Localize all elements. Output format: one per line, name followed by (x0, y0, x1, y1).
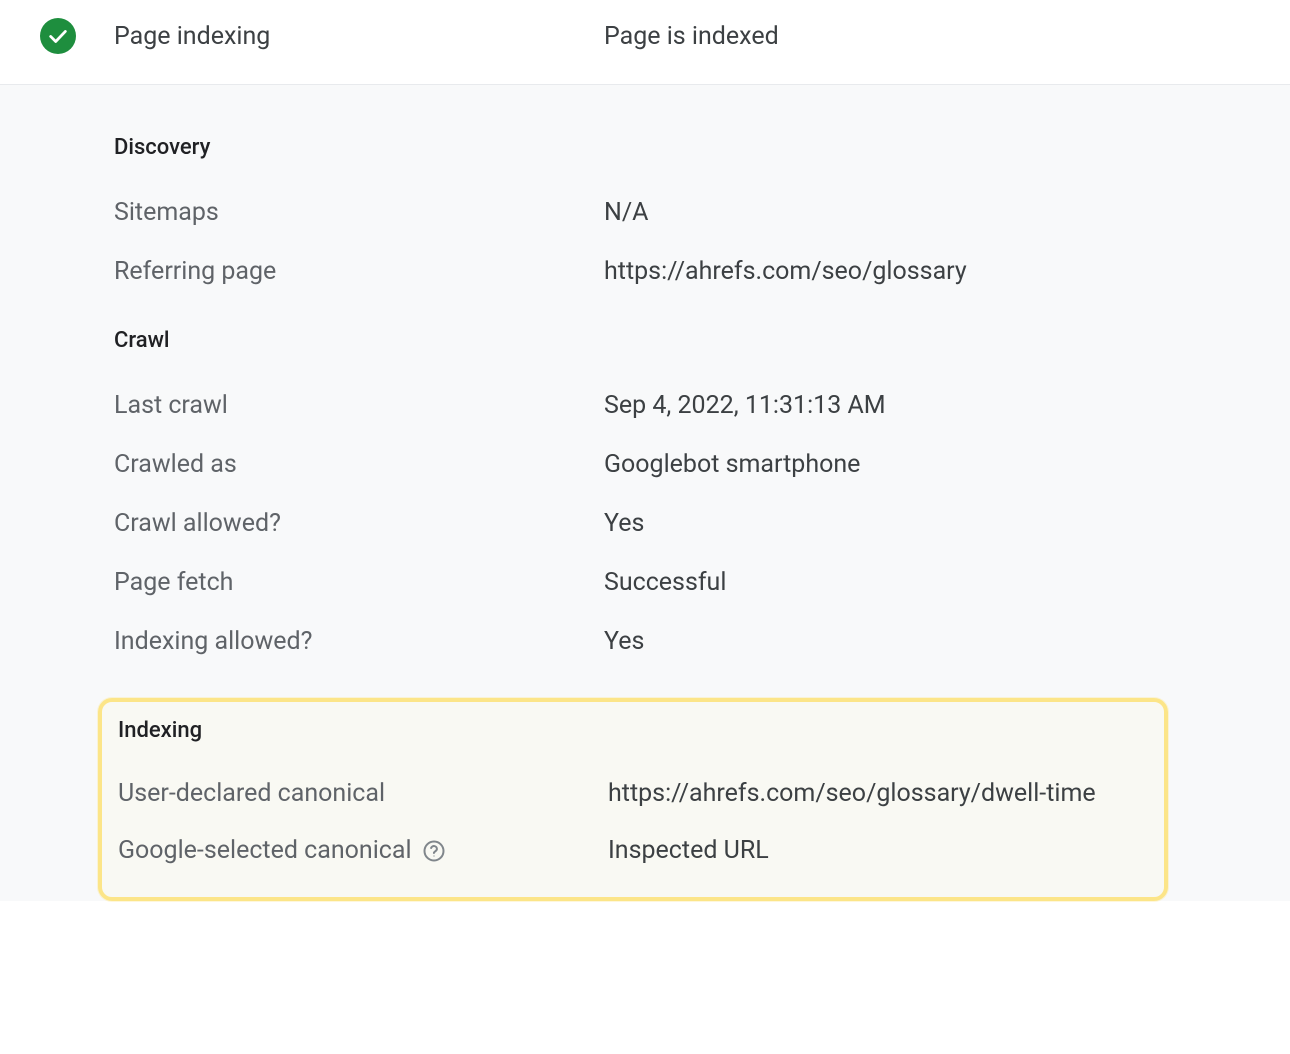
header-row: Page indexing Page is indexed (0, 0, 1290, 85)
help-icon[interactable] (422, 839, 446, 863)
user-canonical-row: User-declared canonical https://ahrefs.c… (118, 779, 1148, 808)
status-success-icon (40, 18, 76, 54)
referring-page-row: Referring page https://ahrefs.com/seo/gl… (114, 257, 1290, 286)
last-crawl-value: Sep 4, 2022, 11:31:13 AM (604, 391, 886, 420)
crawled-as-value: Googlebot smartphone (604, 450, 860, 479)
sitemaps-value: N/A (604, 198, 648, 227)
page-fetch-row: Page fetch Successful (114, 568, 1290, 597)
discovery-title: Discovery (114, 135, 1290, 160)
google-canonical-label-text: Google-selected canonical (118, 836, 412, 865)
last-crawl-label: Last crawl (114, 391, 604, 420)
google-canonical-row: Google-selected canonical Inspected URL (118, 836, 1148, 865)
google-canonical-label: Google-selected canonical (118, 836, 608, 865)
sitemaps-row: Sitemaps N/A (114, 198, 1290, 227)
page-fetch-label: Page fetch (114, 568, 604, 597)
indexing-allowed-value: Yes (604, 627, 644, 656)
header-status-value: Page is indexed (604, 22, 779, 51)
crawl-allowed-label: Crawl allowed? (114, 509, 604, 538)
indexing-allowed-label: Indexing allowed? (114, 627, 604, 656)
header-label: Page indexing (114, 22, 604, 51)
referring-page-value: https://ahrefs.com/seo/glossary (604, 257, 967, 286)
indexing-allowed-row: Indexing allowed? Yes (114, 627, 1290, 656)
referring-page-label: Referring page (114, 257, 604, 286)
crawl-allowed-value: Yes (604, 509, 644, 538)
last-crawl-row: Last crawl Sep 4, 2022, 11:31:13 AM (114, 391, 1290, 420)
crawl-title: Crawl (114, 328, 1290, 353)
crawl-allowed-row: Crawl allowed? Yes (114, 509, 1290, 538)
indexing-title: Indexing (118, 718, 1148, 743)
discovery-section: Discovery Sitemaps N/A Referring page ht… (114, 135, 1290, 286)
indexing-highlight-box: Indexing User-declared canonical https:/… (98, 698, 1168, 901)
crawl-section: Crawl Last crawl Sep 4, 2022, 11:31:13 A… (114, 328, 1290, 656)
crawled-as-label: Crawled as (114, 450, 604, 479)
crawled-as-row: Crawled as Googlebot smartphone (114, 450, 1290, 479)
user-canonical-label: User-declared canonical (118, 779, 608, 808)
google-canonical-value: Inspected URL (608, 836, 769, 865)
page-fetch-value: Successful (604, 568, 726, 597)
sitemaps-label: Sitemaps (114, 198, 604, 227)
detail-body: Discovery Sitemaps N/A Referring page ht… (0, 85, 1290, 901)
user-canonical-value: https://ahrefs.com/seo/glossary/dwell-ti… (608, 779, 1096, 808)
